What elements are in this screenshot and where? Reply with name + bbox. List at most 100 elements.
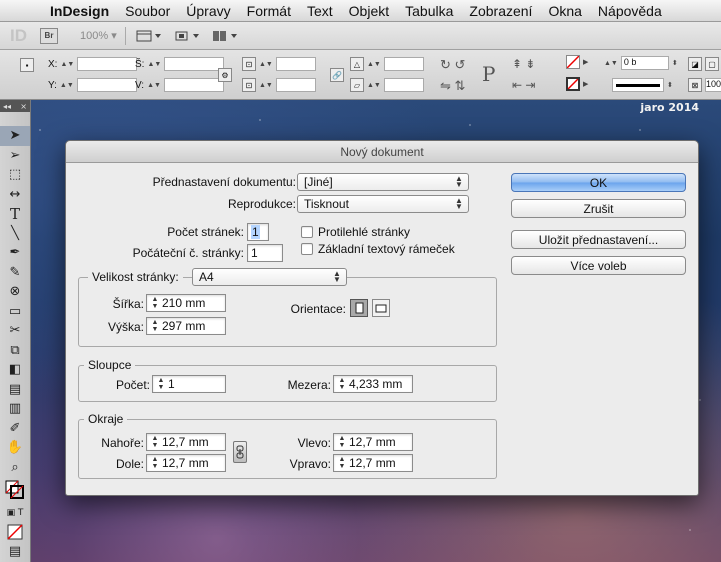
rectangle-frame-tool-icon[interactable]: ⊗ (0, 282, 30, 302)
column-count-input[interactable]: ▲ ▼ 1 (152, 375, 226, 393)
portrait-orientation-icon[interactable] (350, 299, 368, 317)
h-field[interactable] (163, 78, 224, 92)
stepper-icon[interactable]: ▲▼ (604, 60, 618, 67)
type-tool-icon[interactable]: T (0, 204, 30, 224)
scale-y-field[interactable] (275, 78, 316, 92)
direct-selection-tool-icon[interactable]: ➢ (0, 146, 30, 166)
stepper-icon[interactable]: ▲▼ (147, 82, 161, 89)
stepper-icon[interactable]: ▲▼ (150, 296, 160, 310)
screen-mode-icon[interactable] (172, 27, 202, 45)
menu-soubor[interactable]: Soubor (117, 3, 178, 19)
more-options-button[interactable]: Více voleb (511, 256, 686, 275)
zoom-tool-icon[interactable]: ⌕ (0, 458, 30, 478)
select-next-icon[interactable]: ⇤ ⇥ (512, 78, 535, 92)
rotate-90-icon[interactable]: ↻ ↺ (440, 57, 465, 73)
fill-swatch-icon[interactable] (566, 55, 580, 69)
gradient-swatch-tool-icon[interactable]: ◧ (0, 360, 30, 380)
link-margins-chain-icon[interactable] (233, 441, 247, 463)
formatting-affects-icon[interactable]: ▣ T (0, 503, 30, 523)
stepper-icon[interactable]: ▲▼ (150, 435, 160, 449)
menu-format[interactable]: Formát (239, 3, 299, 19)
landscape-orientation-icon[interactable] (372, 299, 390, 317)
screen-mode-tool-icon[interactable]: ▤ (0, 542, 30, 562)
gradient-feather-tool-icon[interactable]: ▤ (0, 380, 30, 400)
stepper-icon[interactable]: ▲▼ (367, 61, 381, 68)
menu-text[interactable]: Text (299, 3, 341, 19)
note-tool-icon[interactable]: ▥ (0, 399, 30, 419)
link-icon[interactable]: 🔗 (330, 68, 344, 82)
select-container-icon[interactable]: ⇞ ⇟ (512, 57, 535, 71)
stepper-icon[interactable]: ▲▼ (337, 377, 347, 391)
opacity-field[interactable]: 100% (705, 78, 721, 92)
scissors-tool-icon[interactable]: ✂ (0, 321, 30, 341)
bridge-button[interactable]: Br (40, 27, 58, 44)
menu-zobrazeni[interactable]: Zobrazení (461, 3, 540, 19)
stepper-icon[interactable]: ▲▼ (60, 61, 74, 68)
close-icon[interactable]: × (20, 102, 27, 111)
stepper-icon[interactable]: ▲▼ (259, 61, 273, 68)
tools-panel-header[interactable]: ◂◂ × (0, 100, 30, 112)
preset-select[interactable]: [Jiné] ▲ ▼ (297, 173, 469, 191)
pages-input[interactable]: 1 (247, 223, 269, 241)
shear-field[interactable] (383, 78, 424, 92)
y-field[interactable] (76, 78, 137, 92)
margin-bottom-input[interactable]: ▲ ▼ 12,7 mm (146, 454, 226, 472)
chevron-right-icon[interactable]: ▶ (583, 80, 588, 88)
menu-upravy[interactable]: Úpravy (178, 3, 238, 19)
constrain-proportions-icon[interactable]: ⚙ (218, 68, 232, 82)
reference-point-icon[interactable]: ▪ (20, 58, 34, 72)
fill-stroke-icon[interactable] (0, 477, 30, 503)
gutter-input[interactable]: ▲ ▼ 4,233 mm (333, 375, 413, 393)
stepper-icon[interactable]: ▲▼ (147, 61, 161, 68)
save-preset-button[interactable]: Uložit přednastavení... (511, 230, 686, 249)
checkbox-box[interactable] (301, 243, 313, 255)
checkbox-box[interactable] (301, 226, 313, 238)
arrange-documents-icon[interactable] (210, 27, 240, 45)
menu-tabulka[interactable]: Tabulka (397, 3, 461, 19)
effects-icon[interactable]: ◪ (688, 57, 702, 71)
master-text-frame-checkbox[interactable]: Základní textový rámeček (301, 242, 455, 256)
menu-objekt[interactable]: Objekt (341, 3, 397, 19)
stepper-icon[interactable]: ▲▼ (60, 82, 74, 89)
stroke-weight-field[interactable]: 0 b (620, 56, 669, 70)
flip-icon[interactable]: ⇋ ⇅ (440, 78, 465, 94)
dropdown-icon[interactable]: ⬍ (667, 81, 673, 89)
height-input[interactable]: ▲ ▼ 297 mm (146, 317, 226, 335)
gap-tool-icon[interactable]: ↔ (0, 185, 30, 205)
menu-okna[interactable]: Okna (540, 3, 589, 19)
rotate-field[interactable] (383, 57, 424, 71)
selection-tool-icon[interactable]: ➤ (0, 126, 30, 146)
type-on-path-icon[interactable]: P (482, 62, 495, 86)
stepper-icon[interactable]: ▲▼ (150, 319, 160, 333)
free-transform-tool-icon[interactable]: ⧉ (0, 341, 30, 361)
stepper-icon[interactable]: ▲▼ (337, 435, 347, 449)
rectangle-tool-icon[interactable]: ▭ (0, 302, 30, 322)
dropdown-icon[interactable]: ⬍ (672, 59, 678, 67)
margin-top-input[interactable]: ▲ ▼ 12,7 mm (146, 433, 226, 451)
page-size-select[interactable]: A4 ▲ ▼ (192, 268, 347, 286)
menu-napoveda[interactable]: Nápověda (590, 3, 670, 19)
zoom-level[interactable]: 100% ▾ (80, 29, 117, 42)
view-options-icon[interactable] (134, 27, 164, 45)
width-input[interactable]: ▲ ▼ 210 mm (146, 294, 226, 312)
line-tool-icon[interactable]: ╲ (0, 224, 30, 244)
apply-none-icon[interactable] (0, 523, 30, 543)
chevron-right-icon[interactable]: ▶ (583, 58, 588, 66)
stepper-icon[interactable]: ▲▼ (337, 456, 347, 470)
page-tool-icon[interactable]: ⬚ (0, 165, 30, 185)
intent-select[interactable]: Tisknout ▲ ▼ (297, 195, 469, 213)
stroke-swatch-icon[interactable] (566, 77, 580, 91)
start-page-input[interactable]: 1 (247, 244, 283, 262)
collapse-icon[interactable]: ◂◂ (3, 102, 11, 111)
hand-tool-icon[interactable]: ✋ (0, 438, 30, 458)
stepper-icon[interactable]: ▲▼ (259, 82, 273, 89)
scale-x-field[interactable] (275, 57, 316, 71)
stroke-type-field[interactable] (612, 78, 664, 92)
eyedropper-tool-icon[interactable]: ✐ (0, 419, 30, 439)
stepper-icon[interactable]: ▲▼ (150, 456, 160, 470)
opacity-icon[interactable]: ▢ (705, 57, 719, 71)
menu-indesign[interactable]: InDesign (40, 3, 117, 19)
pencil-tool-icon[interactable]: ✎ (0, 263, 30, 283)
ok-button[interactable]: OK (511, 173, 686, 192)
cancel-button[interactable]: Zrušit (511, 199, 686, 218)
